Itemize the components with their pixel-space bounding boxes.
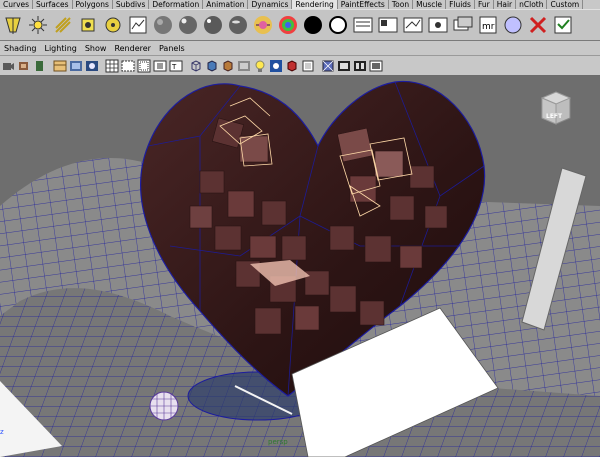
shelf-tab-subdivs[interactable]: Subdivs <box>113 0 150 9</box>
ramp-shader-icon[interactable] <box>277 14 299 36</box>
high-quality-icon[interactable] <box>285 59 299 73</box>
panel-menu-lighting[interactable]: Lighting <box>41 44 81 53</box>
render-globals-icon[interactable] <box>552 14 574 36</box>
perspective-viewport[interactable]: LEFT z persp <box>0 76 600 457</box>
spot-light-icon[interactable] <box>2 14 24 36</box>
shelf-icon-row: mr <box>0 9 600 41</box>
shadows-icon[interactable] <box>269 59 283 73</box>
shelf-tab-bar: Curves Surfaces Polygons Subdivs Deformation… <box>0 0 600 9</box>
black-sphere-icon[interactable] <box>302 14 324 36</box>
panel-toolbar: T <box>0 56 600 76</box>
shelf-tab-dynamics[interactable]: Dynamics <box>248 0 293 9</box>
area-light-icon[interactable] <box>77 14 99 36</box>
image-plane-icon[interactable] <box>53 59 67 73</box>
camera-attributes-icon[interactable] <box>17 59 31 73</box>
svg-text:mr: mr <box>482 22 495 32</box>
resolution-gate-icon[interactable] <box>137 59 151 73</box>
axis-indicator: z <box>0 428 4 436</box>
shelf-tab-rendering[interactable]: Rendering <box>292 0 338 9</box>
playblast-icon[interactable] <box>353 59 367 73</box>
viewcube-label: LEFT <box>546 113 563 120</box>
anisotropic-sphere-icon[interactable] <box>227 14 249 36</box>
smooth-shade-icon[interactable] <box>205 59 219 73</box>
2d-pan-zoom-icon[interactable] <box>69 59 83 73</box>
surface-shader-icon[interactable] <box>327 14 349 36</box>
camera-name-label: persp <box>268 438 288 446</box>
default-lighting-icon[interactable] <box>237 59 251 73</box>
use-lights-icon[interactable] <box>253 59 267 73</box>
shelf-tab-ncloth[interactable]: nCloth <box>516 0 548 9</box>
render-settings-icon[interactable] <box>427 14 449 36</box>
shelf-tab-painteffects[interactable]: PaintEffects <box>338 0 389 9</box>
grease-pencil-icon[interactable] <box>85 59 99 73</box>
panel-menu-renderer[interactable]: Renderer <box>110 44 155 53</box>
blinn-sphere-icon[interactable] <box>177 14 199 36</box>
textured-icon[interactable] <box>221 59 235 73</box>
panel-menu-bar: Shading Lighting Show Renderer Panels <box>0 42 600 56</box>
shelf-tab-fluids[interactable]: Fluids <box>446 0 475 9</box>
xray-icon[interactable] <box>301 59 315 73</box>
lambert-sphere-icon[interactable] <box>152 14 174 36</box>
field-chart-icon[interactable]: T <box>169 59 183 73</box>
select-camera-icon[interactable] <box>1 59 15 73</box>
render-layer-icon[interactable] <box>452 14 474 36</box>
ipr-render-icon[interactable] <box>377 14 399 36</box>
delete-render-icon[interactable] <box>527 14 549 36</box>
shelf-tab-hair[interactable]: Hair <box>494 0 517 9</box>
shading-map-icon[interactable] <box>252 14 274 36</box>
hypershade-icon[interactable] <box>127 14 149 36</box>
grid-icon[interactable] <box>105 59 119 73</box>
svg-text:T: T <box>171 63 177 71</box>
batch-render-icon[interactable] <box>402 14 424 36</box>
shelf-tab-muscle[interactable]: Muscle <box>413 0 447 9</box>
directional-light-icon[interactable] <box>52 14 74 36</box>
shelf-tab-custom[interactable]: Custom <box>547 0 584 9</box>
panel-menu-show[interactable]: Show <box>81 44 111 53</box>
panel-menu-panels[interactable]: Panels <box>155 44 189 53</box>
wireframe-icon[interactable] <box>189 59 203 73</box>
film-gate-icon[interactable] <box>121 59 135 73</box>
volume-light-icon[interactable] <box>102 14 124 36</box>
viewcube-icon[interactable] <box>536 88 576 128</box>
shelf-tab-polygons[interactable]: Polygons <box>73 0 113 9</box>
shelf-tab-toon[interactable]: Toon <box>389 0 414 9</box>
phong-sphere-icon[interactable] <box>202 14 224 36</box>
render-region-icon[interactable] <box>369 59 383 73</box>
panel-menu-shading[interactable]: Shading <box>0 44 41 53</box>
shelf-tab-surfaces[interactable]: Surfaces <box>33 0 73 9</box>
gate-mask-icon[interactable] <box>153 59 167 73</box>
isolate-select-icon[interactable] <box>321 59 335 73</box>
viewport-scene <box>0 76 600 457</box>
film-roll-icon[interactable] <box>337 59 351 73</box>
bookmark-icon[interactable] <box>33 59 47 73</box>
shelf-tab-deformation[interactable]: Deformation <box>149 0 204 9</box>
shelf-tab-animation[interactable]: Animation <box>203 0 249 9</box>
shelf-tab-fur[interactable]: Fur <box>475 0 494 9</box>
shelf-tab-curves[interactable]: Curves <box>0 0 34 9</box>
point-light-icon[interactable] <box>27 14 49 36</box>
render-view-icon[interactable] <box>352 14 374 36</box>
mental-ray-icon[interactable]: mr <box>477 14 499 36</box>
assign-shader-icon[interactable] <box>502 14 524 36</box>
